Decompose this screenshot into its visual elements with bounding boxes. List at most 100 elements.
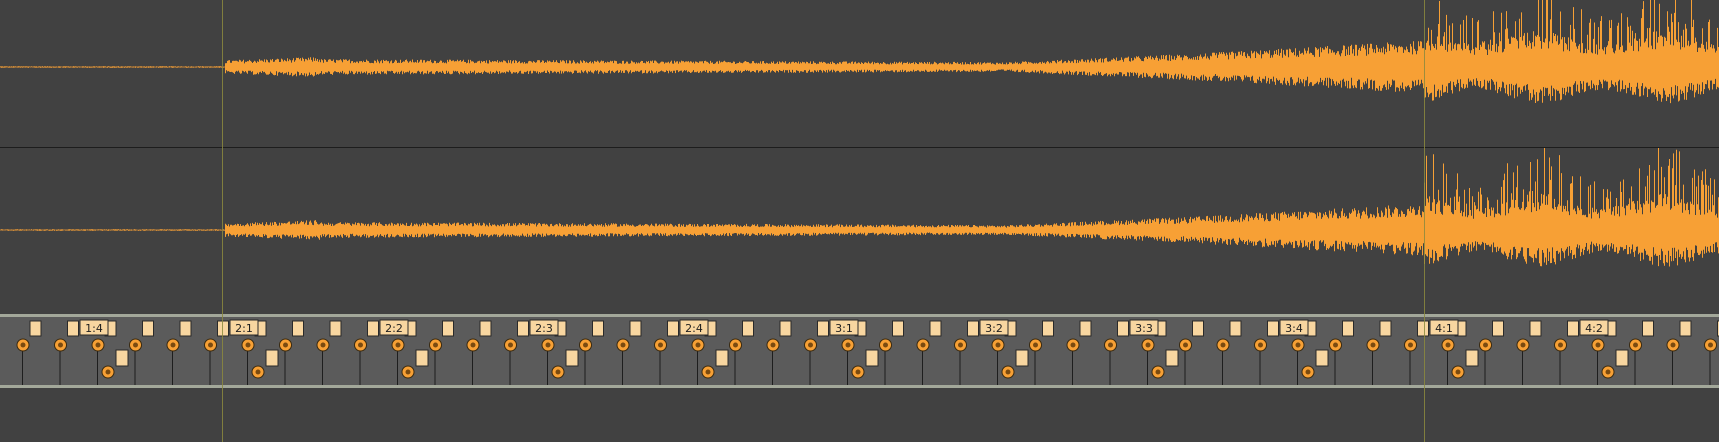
warp-marker-center xyxy=(995,342,1001,348)
beat-flag[interactable] xyxy=(265,349,279,367)
transient-flag[interactable] xyxy=(1192,320,1204,337)
beat-flag[interactable] xyxy=(565,349,579,367)
warp-marker-center xyxy=(883,342,888,348)
beat-label-4-2: 4:2 xyxy=(1585,322,1603,335)
warp-marker-center xyxy=(105,369,111,375)
beat-flag[interactable] xyxy=(1165,349,1179,367)
transient-flag[interactable] xyxy=(592,320,604,337)
beat-flag[interactable] xyxy=(715,349,729,367)
transient-flag[interactable] xyxy=(292,320,304,337)
warp-marker-center xyxy=(1145,342,1151,348)
warp-marker-center xyxy=(620,342,626,348)
warp-marker-center xyxy=(545,342,551,348)
warp-marker-center xyxy=(1520,342,1526,348)
beat-label-3-1: 3:1 xyxy=(835,322,853,335)
warp-marker-center xyxy=(958,342,963,348)
warp-marker-center xyxy=(705,369,711,375)
warp-marker-center xyxy=(1220,342,1226,348)
waveform-channel-right[interactable] xyxy=(0,148,1719,314)
warp-marker-center xyxy=(405,369,411,375)
warp-marker-strip[interactable]: 1:4 2:1 2:2 2:3 2:4 3:1 3:2 3:3 3:4 4:1 4:2 xyxy=(0,314,1719,388)
transient-flag[interactable] xyxy=(29,320,42,337)
transient-flag[interactable] xyxy=(1379,320,1392,337)
transient-flag[interactable] xyxy=(817,320,829,337)
warp-marker-center xyxy=(1605,369,1611,375)
warp-marker-center xyxy=(583,342,588,348)
transient-flag[interactable] xyxy=(329,320,342,337)
beat-label-1-4: 1:4 xyxy=(85,322,103,335)
warp-marker-center xyxy=(58,342,63,348)
warp-marker-center xyxy=(1445,342,1451,348)
transient-flag[interactable] xyxy=(1079,320,1092,337)
warp-marker-center xyxy=(95,342,101,348)
warp-marker-center xyxy=(695,342,701,348)
transient-flag[interactable] xyxy=(779,320,792,337)
transient-flag[interactable] xyxy=(1492,320,1504,337)
beat-label-2-3: 2:3 xyxy=(535,322,553,335)
warp-marker-center xyxy=(133,342,138,348)
warp-marker-center xyxy=(320,342,326,348)
transient-flag[interactable] xyxy=(892,320,904,337)
warp-marker-center xyxy=(1455,369,1461,375)
beat-label-3-2: 3:2 xyxy=(985,322,1003,335)
transient-flag[interactable] xyxy=(1417,320,1429,337)
warp-marker-center xyxy=(1483,342,1488,348)
transient-flag[interactable] xyxy=(1117,320,1129,337)
warp-marker-center xyxy=(208,342,213,348)
transient-flag[interactable] xyxy=(667,320,679,337)
transient-flag[interactable] xyxy=(742,320,754,337)
warp-marker-center xyxy=(920,342,926,348)
warp-marker-center xyxy=(1295,342,1301,348)
beat-label-2-4: 2:4 xyxy=(685,322,703,335)
beat-flag[interactable] xyxy=(1015,349,1029,367)
beat-flag[interactable] xyxy=(1315,349,1329,367)
transient-flag[interactable] xyxy=(67,320,79,337)
warp-marker-center xyxy=(1108,342,1113,348)
transient-flag[interactable] xyxy=(442,320,454,337)
transient-flag[interactable] xyxy=(1679,320,1692,337)
beat-flag[interactable] xyxy=(415,349,429,367)
transient-flag[interactable] xyxy=(142,320,154,337)
warp-marker-center xyxy=(245,342,251,348)
warp-marker-center xyxy=(1183,342,1188,348)
transient-flag[interactable] xyxy=(967,320,979,337)
warp-marker-center xyxy=(1558,342,1563,348)
warp-marker-center xyxy=(733,342,738,348)
beat-label-4-1: 4:1 xyxy=(1435,322,1453,335)
warp-marker-center xyxy=(508,342,513,348)
transient-flag[interactable] xyxy=(1342,320,1354,337)
waveform-channel-left[interactable] xyxy=(0,0,1719,148)
beat-flag[interactable] xyxy=(115,349,129,367)
transient-flag[interactable] xyxy=(1042,320,1054,337)
warp-marker-center xyxy=(658,342,663,348)
transient-flag[interactable] xyxy=(1229,320,1242,337)
transient-flag[interactable] xyxy=(1267,320,1279,337)
transient-flag[interactable] xyxy=(367,320,379,337)
warp-marker-center xyxy=(1033,342,1038,348)
warp-marker-center xyxy=(433,342,438,348)
warp-marker-center xyxy=(1155,369,1161,375)
transient-flag[interactable] xyxy=(629,320,642,337)
beat-label-3-4: 3:4 xyxy=(1285,322,1303,335)
transient-flag[interactable] xyxy=(1567,320,1579,337)
transient-flag[interactable] xyxy=(217,320,229,337)
warp-marker-center xyxy=(855,369,861,375)
warp-marker-center xyxy=(1370,342,1376,348)
transient-flag[interactable] xyxy=(929,320,942,337)
warp-marker-center xyxy=(1408,342,1413,348)
warp-marker-center xyxy=(1633,342,1638,348)
beat-label-2-2: 2:2 xyxy=(385,322,403,335)
sample-editor[interactable]: 1:4 2:1 2:2 2:3 2:4 3:1 3:2 3:3 3:4 4:1 4:2 xyxy=(0,0,1719,442)
transient-flag[interactable] xyxy=(517,320,529,337)
warp-marker-center xyxy=(1595,342,1601,348)
transient-flag[interactable] xyxy=(1642,320,1654,337)
beat-flag[interactable] xyxy=(1465,349,1479,367)
empty-track-area xyxy=(0,388,1719,442)
beat-flag[interactable] xyxy=(1615,349,1629,367)
transient-flag[interactable] xyxy=(1529,320,1542,337)
transient-flag[interactable] xyxy=(179,320,192,337)
warp-marker-center xyxy=(470,342,476,348)
beat-label-2-1: 2:1 xyxy=(235,322,253,335)
beat-flag[interactable] xyxy=(865,349,879,367)
transient-flag[interactable] xyxy=(479,320,492,337)
